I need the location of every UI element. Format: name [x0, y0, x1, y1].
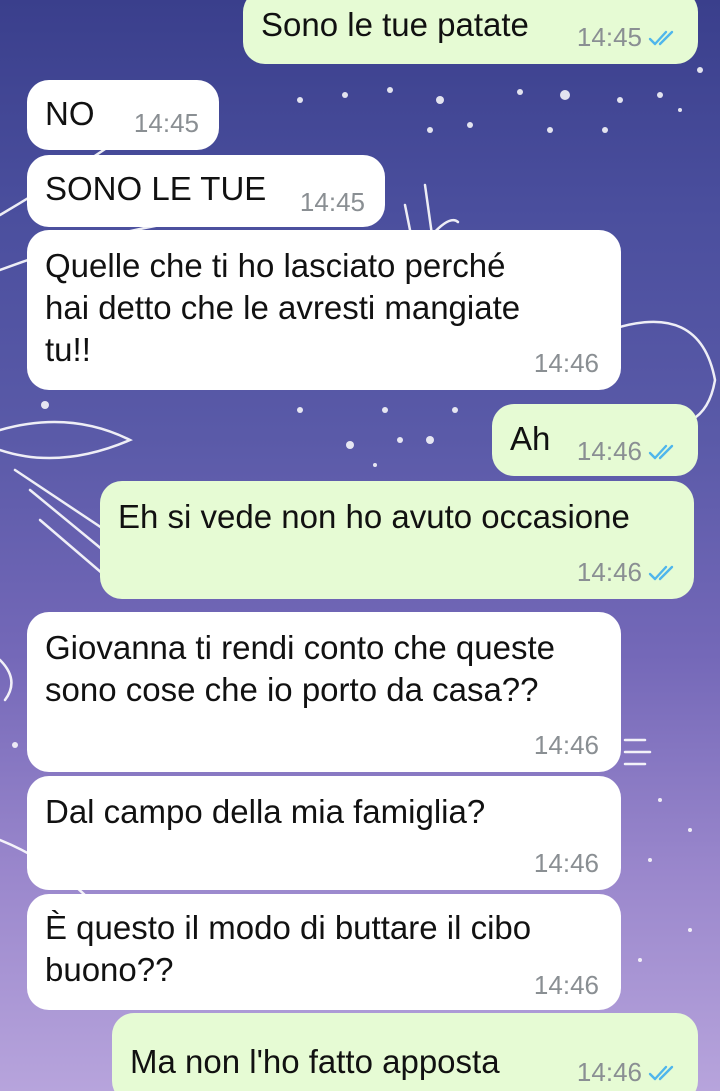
- message-incoming[interactable]: Quelle che ti ho lasciato perché hai det…: [27, 230, 621, 390]
- message-text: Sono le tue patate: [261, 6, 529, 43]
- double-check-icon: [648, 563, 678, 583]
- message-text: Ah: [510, 420, 551, 457]
- message-meta: 14:46: [577, 436, 678, 467]
- message-outgoing[interactable]: Eh si vede non ho avuto occasione 14:46: [100, 481, 694, 599]
- message-meta: 14:46: [534, 730, 599, 761]
- message-time: 14:46: [576, 557, 642, 587]
- double-check-icon: [648, 442, 678, 462]
- message-incoming[interactable]: Giovanna ti rendi conto che queste sono …: [27, 612, 621, 772]
- message-incoming[interactable]: SONO LE TUE 14:45: [27, 155, 385, 227]
- message-time: 14:46: [533, 970, 599, 1000]
- message-text: È questo il modo di buttare il cibo buon…: [45, 909, 532, 988]
- double-check-icon: [648, 28, 678, 48]
- message-time: 14:46: [576, 436, 642, 466]
- double-check-icon: [648, 1063, 678, 1083]
- message-outgoing[interactable]: Ma non l'ho fatto apposta 14:46: [112, 1013, 698, 1091]
- message-incoming[interactable]: Dal campo della mia famiglia? 14:46: [27, 776, 621, 890]
- message-meta: 14:46: [534, 348, 599, 379]
- message-time: 14:46: [533, 348, 599, 378]
- message-outgoing[interactable]: Ah 14:46: [492, 404, 698, 476]
- message-meta: 14:46: [577, 557, 678, 588]
- message-text: Giovanna ti rendi conto che queste sono …: [45, 629, 556, 708]
- message-text: Ma non l'ho fatto apposta: [130, 1043, 500, 1080]
- message-meta: 14:46: [534, 970, 599, 1001]
- message-time: 14:46: [576, 1057, 642, 1087]
- message-text: Quelle che ti ho lasciato perché hai det…: [45, 247, 521, 368]
- message-time: 14:45: [576, 22, 642, 52]
- message-time: 14:46: [533, 848, 599, 878]
- message-meta: 14:45: [134, 108, 199, 139]
- message-time: 14:45: [299, 187, 365, 217]
- message-meta: 14:46: [577, 1057, 678, 1088]
- message-meta: 14:45: [300, 187, 365, 218]
- message-time: 14:46: [533, 730, 599, 760]
- message-incoming[interactable]: È questo il modo di buttare il cibo buon…: [27, 894, 621, 1010]
- message-time: 14:45: [133, 108, 199, 138]
- message-text: NO: [45, 95, 95, 132]
- message-text: Eh si vede non ho avuto occasione: [118, 498, 630, 535]
- message-text: SONO LE TUE: [45, 170, 267, 207]
- message-meta: 14:46: [534, 848, 599, 879]
- message-meta: 14:45: [577, 22, 678, 53]
- message-text: Dal campo della mia famiglia?: [45, 793, 486, 830]
- message-outgoing[interactable]: Sono le tue patate 14:45: [243, 0, 698, 64]
- message-incoming[interactable]: NO 14:45: [27, 80, 219, 150]
